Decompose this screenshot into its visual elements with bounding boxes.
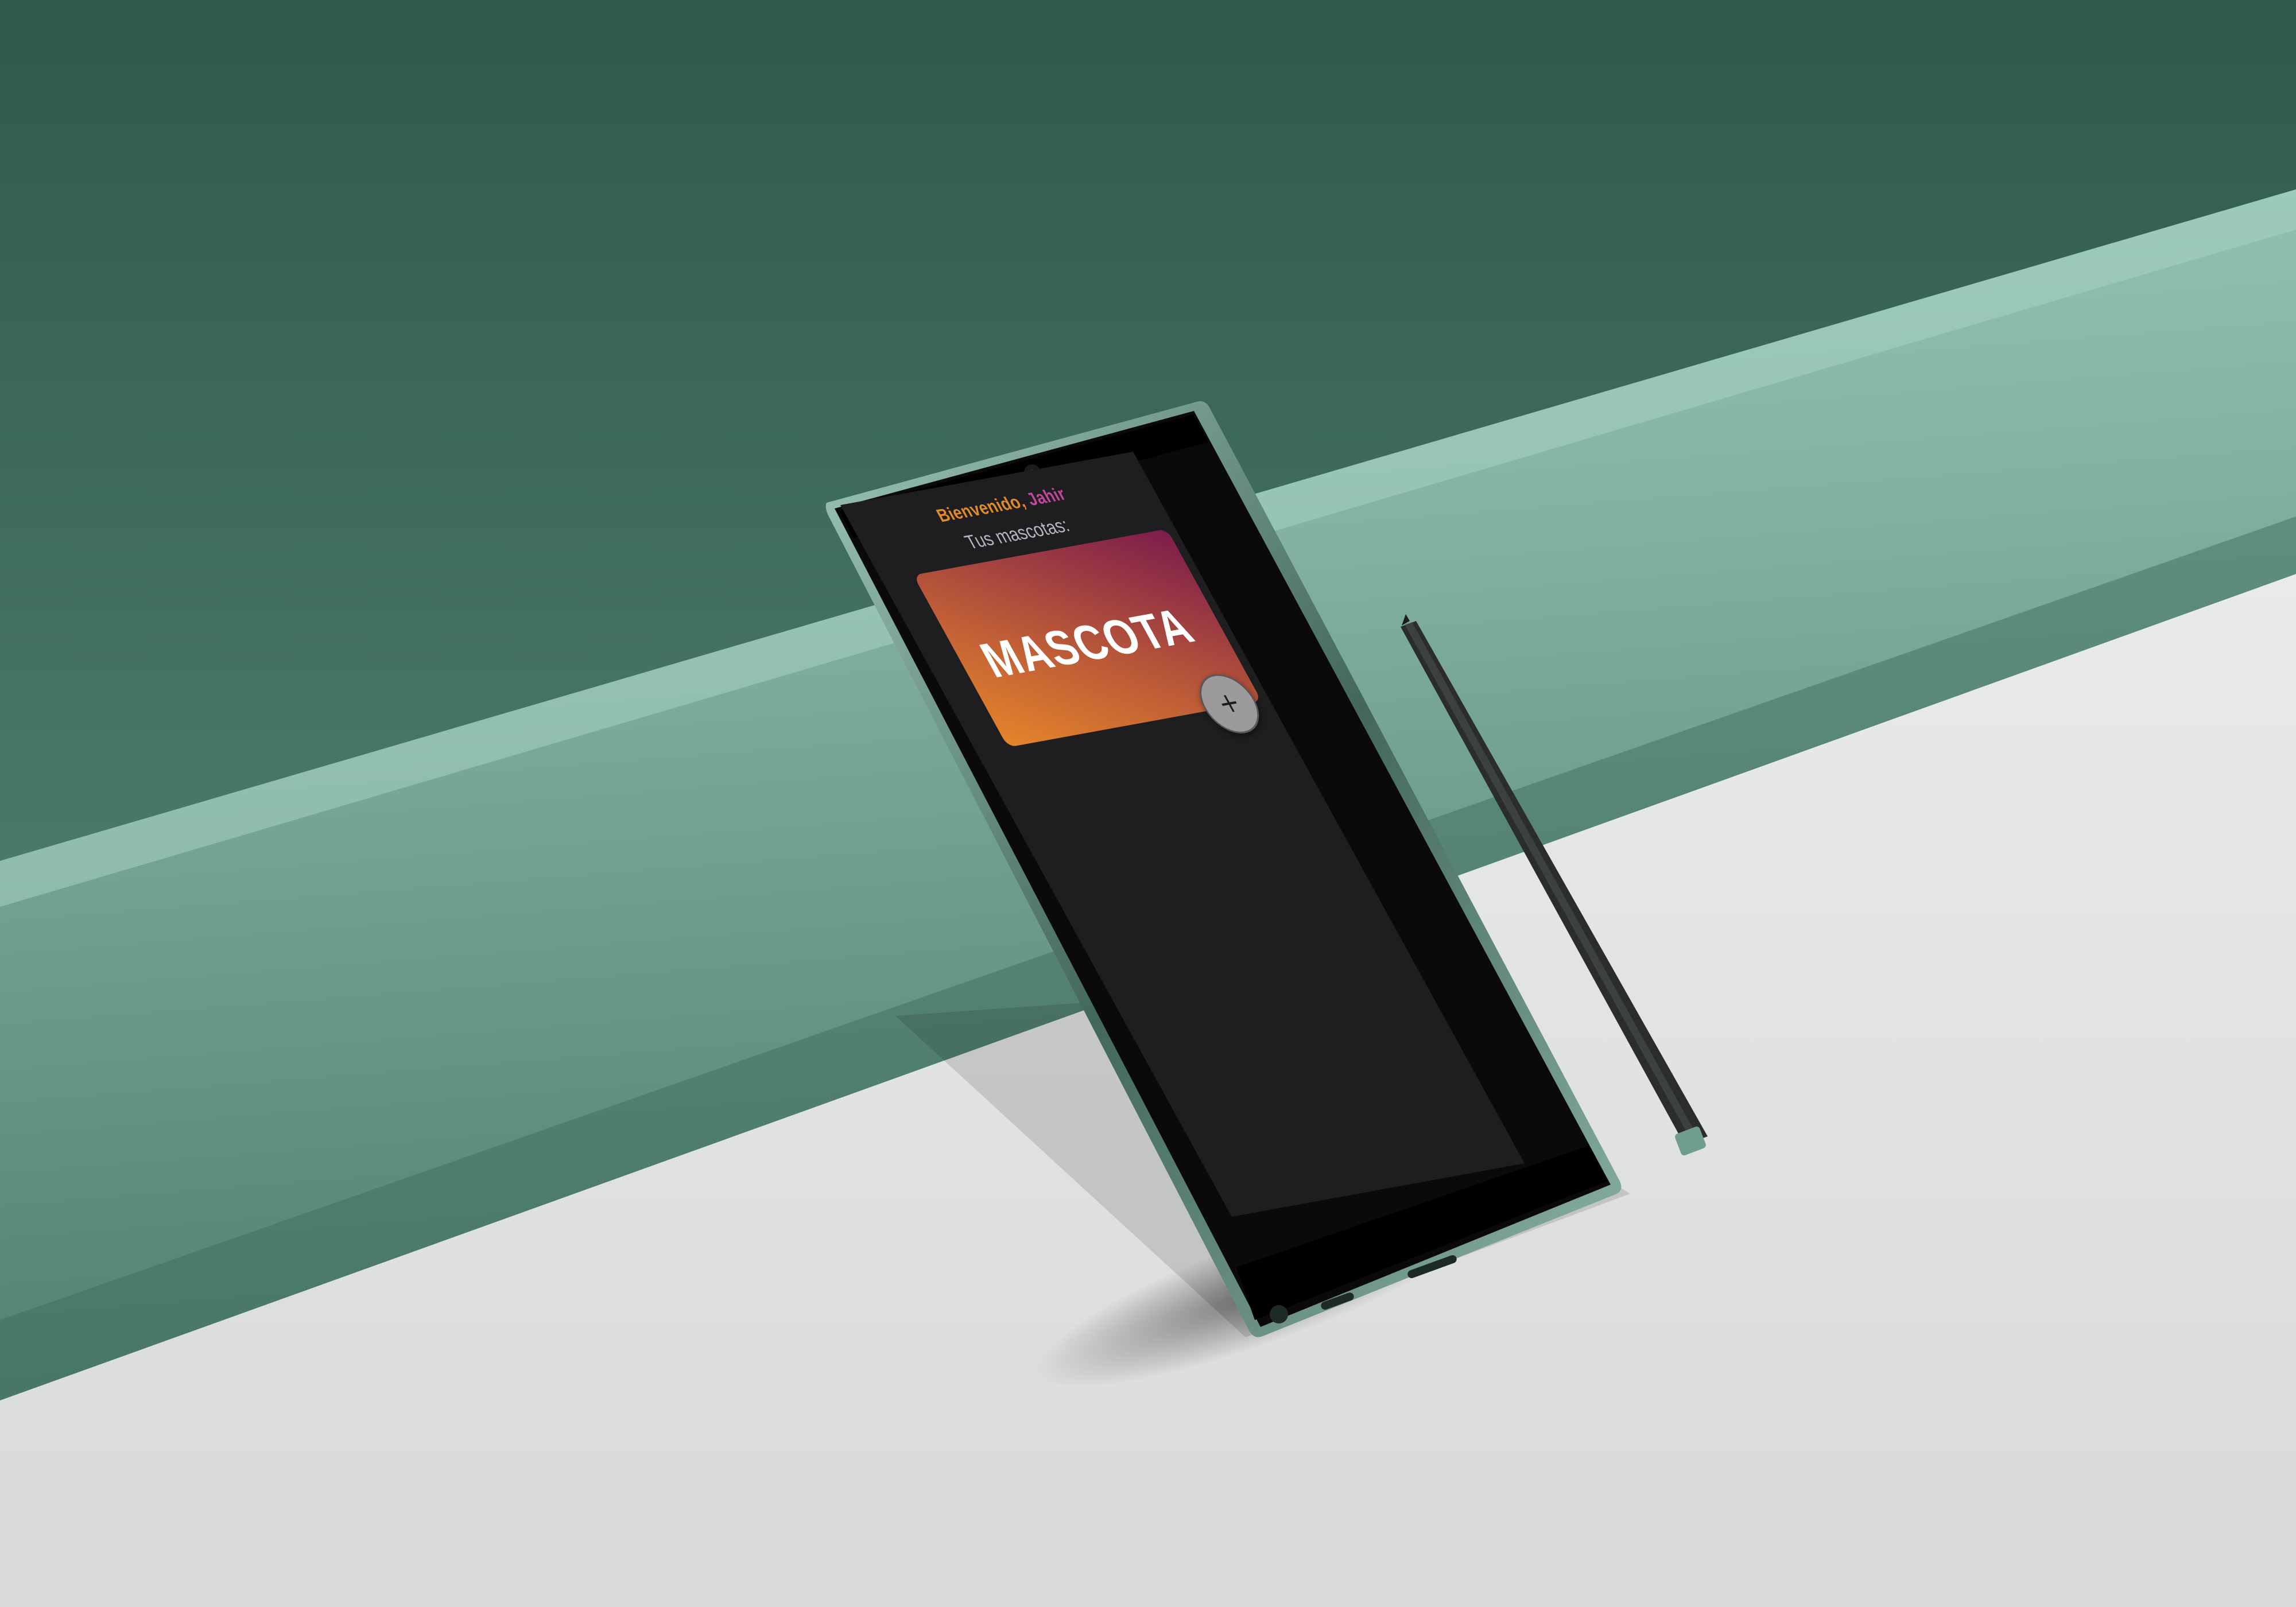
pet-card-label: MASCOTA [971, 599, 1203, 688]
plus-icon: + [1211, 685, 1247, 720]
user-name: Jahir [1023, 484, 1070, 510]
greeting-prefix: Bienvenido, [933, 491, 1029, 526]
mockup-scene: Bienvenido, Jahir Tus mascotas: MASCOTA … [0, 0, 2296, 1607]
